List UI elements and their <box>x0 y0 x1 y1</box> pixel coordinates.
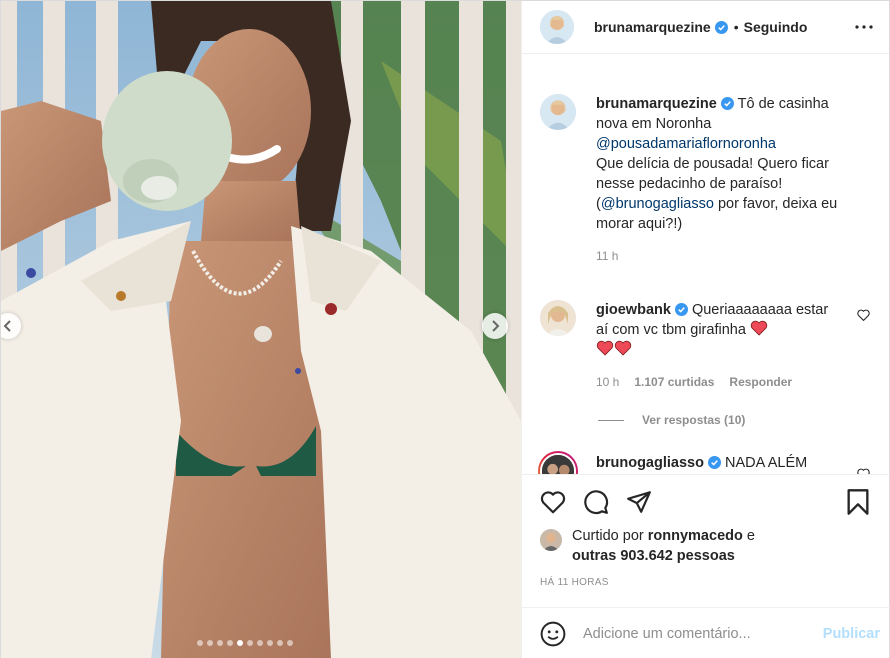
carousel-dot <box>277 640 283 646</box>
liker-username[interactable]: ronnymacedo <box>648 528 743 544</box>
comment-input[interactable] <box>583 625 803 642</box>
share-button[interactable] <box>626 490 652 514</box>
verified-icon <box>674 303 688 316</box>
avatar[interactable] <box>540 529 562 551</box>
avatar-story-ring[interactable] <box>538 451 578 474</box>
action-bar <box>540 475 876 529</box>
post-author-username[interactable]: brunamarquezine <box>594 19 711 35</box>
post-caption: brunamarquezine Tô de casinha nova em No… <box>540 94 876 266</box>
likes-conj: e <box>746 528 755 544</box>
like-comment-button[interactable] <box>857 467 870 474</box>
emoji-button[interactable] <box>540 621 566 647</box>
save-button[interactable] <box>846 488 870 516</box>
add-comment-form: Publicar <box>522 607 890 658</box>
publish-button[interactable]: Publicar <box>823 626 880 642</box>
comment-button[interactable] <box>583 489 609 515</box>
comments-section[interactable]: brunamarquezine Tô de casinha nova em No… <box>522 54 890 474</box>
verified-icon <box>720 97 734 110</box>
replies-divider <box>598 419 624 421</box>
carousel-dot <box>217 640 223 646</box>
view-replies-button[interactable]: Ver respostas (10) <box>598 413 876 427</box>
instagram-post: brunamarquezine • Seguindo brunamarquezi… <box>0 0 890 658</box>
reply-button[interactable]: Responder <box>729 372 792 392</box>
verified-icon <box>707 456 721 469</box>
carousel-dot <box>247 640 253 646</box>
caption-text: Que delícia de pousada! Quero ficar ness… <box>596 156 829 192</box>
more-options-button[interactable] <box>855 25 873 29</box>
carousel-indicator <box>197 640 293 646</box>
caption-username[interactable]: brunamarquezine <box>596 96 717 112</box>
likes-summary: Curtido por ronnymacedo e outras 903.642… <box>540 528 876 566</box>
verified-icon <box>714 20 728 34</box>
post-sidebar: brunamarquezine • Seguindo brunamarquezi… <box>521 1 890 658</box>
post-photo <box>1 1 521 658</box>
carousel-dot <box>207 640 213 646</box>
comment-username[interactable]: brunogagliasso <box>596 455 704 471</box>
likes-count-link[interactable]: outras 903.642 pessoas <box>572 548 735 564</box>
post-media[interactable] <box>1 1 521 658</box>
avatar[interactable] <box>540 10 574 44</box>
carousel-dot <box>257 640 263 646</box>
red-heart-emoji-icon <box>750 320 768 336</box>
likes-prefix: Curtido por <box>572 528 644 544</box>
heart-icon <box>540 491 566 514</box>
comment-text: NADA ALÉM <box>725 455 808 471</box>
chevron-right-icon <box>492 320 500 332</box>
post-timestamp[interactable]: HÁ 11 HORAS <box>540 577 876 588</box>
avatar <box>540 453 576 474</box>
caption-timestamp[interactable]: 11 h <box>596 246 618 266</box>
comment-item: gioewbank Queriaaaaaaaa estar aí com vc … <box>540 300 876 392</box>
carousel-dot <box>237 640 243 646</box>
header-separator: • <box>733 19 739 35</box>
like-button[interactable] <box>540 490 566 514</box>
comment-likes-count[interactable]: 1.107 curtidas <box>634 372 714 392</box>
caption-mention-link[interactable]: @brunogagliasso <box>601 196 714 212</box>
like-comment-button[interactable] <box>857 308 870 324</box>
heart-icon <box>857 309 870 322</box>
post-actions: Curtido por ronnymacedo e outras 903.642… <box>522 474 890 588</box>
carousel-dot <box>287 640 293 646</box>
view-replies-label: Ver respostas (10) <box>642 413 746 427</box>
carousel-dot <box>197 640 203 646</box>
caption-mention-link[interactable]: @pousadamariaflornoronha <box>596 136 776 152</box>
emoji-icon <box>540 621 566 646</box>
share-icon <box>627 491 651 513</box>
avatar[interactable] <box>540 300 576 336</box>
follow-button[interactable]: Seguindo <box>744 19 808 35</box>
post-header: brunamarquezine • Seguindo <box>522 1 889 54</box>
carousel-dot <box>267 640 273 646</box>
red-heart-emoji-icon <box>614 340 632 356</box>
avatar[interactable] <box>540 94 576 130</box>
red-heart-emoji-icon <box>596 340 614 356</box>
chevron-left-icon <box>3 320 11 332</box>
comment-timestamp[interactable]: 10 h <box>596 372 619 392</box>
next-image-button[interactable] <box>482 313 508 339</box>
more-icon <box>855 25 873 29</box>
comment-username[interactable]: gioewbank <box>596 302 671 318</box>
carousel-dot <box>227 640 233 646</box>
comment-item: brunogagliasso NADA ALÉM <box>538 451 876 474</box>
comment-icon <box>584 490 609 515</box>
bookmark-icon <box>847 489 869 515</box>
